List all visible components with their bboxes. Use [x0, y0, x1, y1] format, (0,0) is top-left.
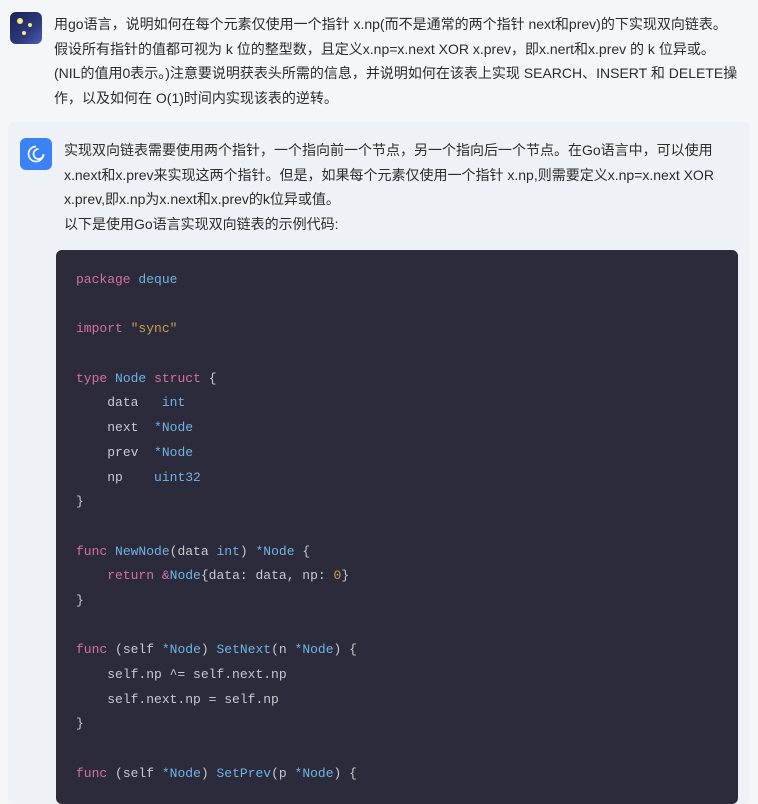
- code-keyword: func: [76, 544, 107, 559]
- code-keyword: func: [76, 766, 107, 781]
- code-keyword: type: [76, 371, 107, 386]
- code-params: (data: [170, 544, 209, 559]
- assistant-text-p2: 以下是使用Go语言实现双向链表的示例代码:: [64, 216, 339, 232]
- assistant-avatar: [20, 138, 52, 170]
- code-operator: &: [162, 568, 170, 583]
- code-text: {data: data, np:: [201, 568, 326, 583]
- code-keyword: import: [76, 321, 123, 336]
- code-receiver: (self: [115, 766, 154, 781]
- assistant-message-row: 实现双向链表需要使用两个指针，一个指向前一个节点，另一个指向后一个节点。在Go语…: [8, 122, 750, 244]
- code-text: ) {: [334, 766, 357, 781]
- user-avatar: [10, 12, 42, 44]
- code-type: int: [216, 544, 239, 559]
- user-message-row: 用go语言，说明如何在每个元素仅使用一个指针 x.np(而不是通常的两个指针 n…: [0, 0, 758, 118]
- code-field: prev: [107, 445, 138, 460]
- conversation-container: 用go语言，说明如何在每个元素仅使用一个指针 x.np(而不是通常的两个指针 n…: [0, 0, 758, 804]
- assistant-message-body: 实现双向链表需要使用两个指针，一个指向前一个节点，另一个指向后一个节点。在Go语…: [64, 138, 738, 236]
- code-params: (p: [271, 766, 287, 781]
- code-block[interactable]: package deque import "sync" type Node st…: [56, 250, 738, 804]
- user-message-text: 用go语言，说明如何在每个元素仅使用一个指针 x.np(而不是通常的两个指针 n…: [54, 12, 748, 110]
- assistant-message-container: 实现双向链表需要使用两个指针，一个指向前一个节点，另一个指向后一个节点。在Go语…: [8, 122, 750, 804]
- code-type: *Node: [295, 766, 334, 781]
- code-type: *Node: [162, 642, 201, 657]
- code-brace: {: [302, 544, 310, 559]
- code-brace: }: [76, 716, 84, 731]
- code-type: *Node: [255, 544, 294, 559]
- code-func-name: NewNode: [115, 544, 170, 559]
- assistant-text-p1: 实现双向链表需要使用两个指针，一个指向前一个节点，另一个指向后一个节点。在Go语…: [64, 142, 714, 207]
- code-field: np: [107, 470, 123, 485]
- code-line: self.next.np = self.np: [107, 692, 279, 707]
- code-func-name: SetNext: [217, 642, 272, 657]
- code-type: *Node: [154, 420, 193, 435]
- code-type: Node: [115, 371, 146, 386]
- code-field: next: [107, 420, 138, 435]
- code-keyword: func: [76, 642, 107, 657]
- code-string: "sync": [131, 321, 178, 336]
- code-text: ) {: [334, 642, 357, 657]
- code-text: }: [341, 568, 349, 583]
- code-type: *Node: [162, 766, 201, 781]
- code-text: ): [201, 766, 209, 781]
- code-keyword: struct: [154, 371, 201, 386]
- code-func-name: SetPrev: [217, 766, 272, 781]
- code-type: *Node: [295, 642, 334, 657]
- code-type: int: [162, 395, 185, 410]
- code-keyword: return: [107, 568, 154, 583]
- code-type: *Node: [154, 445, 193, 460]
- code-receiver: (self: [115, 642, 154, 657]
- code-brace: }: [76, 494, 84, 509]
- code-field: data: [107, 395, 138, 410]
- swirl-icon: [26, 144, 46, 164]
- code-identifier: deque: [138, 272, 177, 287]
- code-brace: {: [209, 371, 217, 386]
- code-type: uint32: [154, 470, 201, 485]
- code-params: (n: [271, 642, 287, 657]
- code-keyword: package: [76, 272, 131, 287]
- code-text: ): [201, 642, 209, 657]
- code-type: Node: [170, 568, 201, 583]
- code-brace: }: [76, 593, 84, 608]
- code-line: self.np ^= self.next.np: [107, 667, 286, 682]
